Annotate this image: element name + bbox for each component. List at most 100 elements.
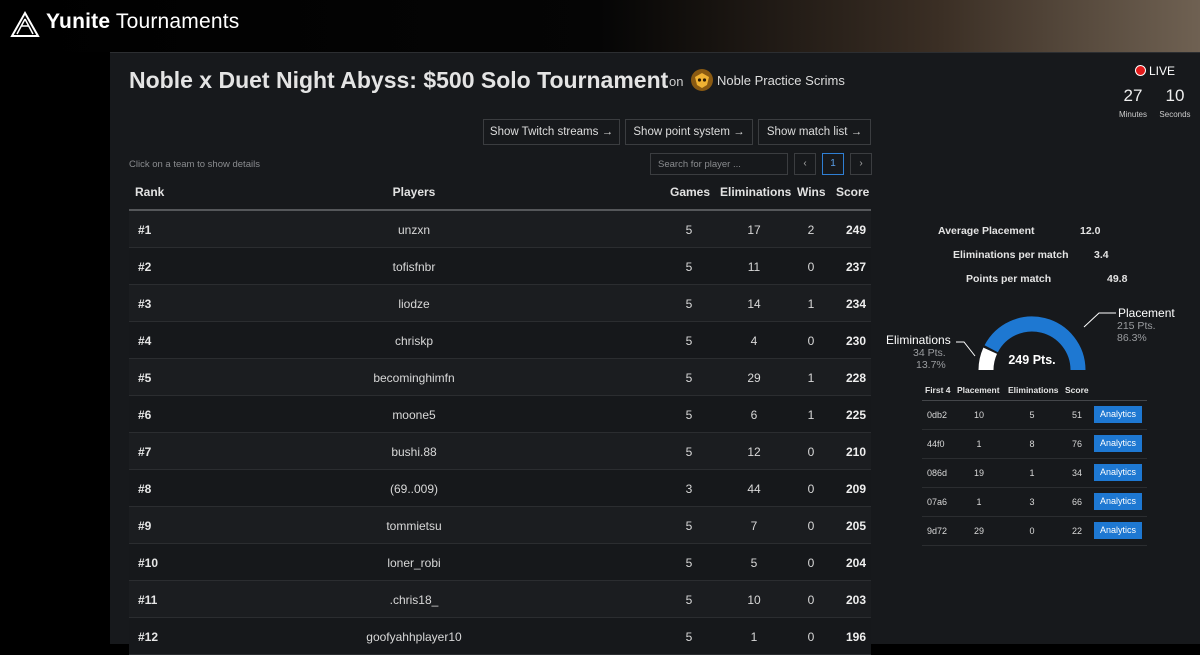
score-cell: 209 bbox=[845, 482, 866, 496]
games-cell: 5 bbox=[685, 556, 693, 570]
show-twitch-streams-button[interactable]: Show Twitch streams → bbox=[483, 119, 620, 145]
rank-cell: #5 bbox=[138, 371, 152, 385]
gauge-placement-label: Placement bbox=[1118, 306, 1175, 320]
match-placement-cell: 10 bbox=[973, 410, 984, 420]
twitch-button-label: Show Twitch streams bbox=[489, 126, 599, 138]
tournament-title: Noble x Duet Night Abyss: $500 Solo Tour… bbox=[129, 67, 669, 93]
header-games: Games bbox=[670, 185, 711, 199]
score-cell: 205 bbox=[845, 519, 866, 533]
rank-cell: #2 bbox=[138, 260, 152, 274]
header-wins: Wins bbox=[797, 185, 826, 199]
header-score: Score bbox=[836, 185, 870, 199]
eliminations-cell: 10 bbox=[747, 593, 761, 607]
player-search-input[interactable] bbox=[650, 153, 788, 175]
table-row[interactable]: #3 liodze 5 14 1 234 bbox=[129, 285, 871, 322]
ft-header-id: First 4 bbox=[925, 385, 951, 395]
games-cell: 5 bbox=[685, 445, 693, 459]
eliminations-cell: 14 bbox=[747, 297, 761, 311]
match-score-cell: 22 bbox=[1071, 526, 1082, 536]
gauge-elims-pointer bbox=[956, 341, 976, 357]
table-row[interactable]: #9 tommietsu 5 7 0 205 bbox=[129, 507, 871, 544]
analytics-button[interactable]: Analytics bbox=[1094, 464, 1142, 481]
match-placement-cell: 29 bbox=[973, 526, 984, 536]
eliminations-cell: 7 bbox=[750, 519, 758, 533]
analytics-button[interactable]: Analytics bbox=[1094, 435, 1142, 452]
show-match-list-button[interactable]: Show match list → bbox=[758, 119, 871, 145]
eliminations-cell: 4 bbox=[750, 334, 758, 348]
match-score-cell: 51 bbox=[1071, 410, 1082, 420]
table-row[interactable]: #5 becominghimfn 5 29 1 228 bbox=[129, 359, 871, 396]
rank-cell: #8 bbox=[138, 482, 152, 496]
organizer-link[interactable]: Noble Practice Scrims bbox=[717, 73, 845, 88]
gauge-placement-percent: 86.3% bbox=[1117, 332, 1147, 344]
yunite-logo-icon[interactable] bbox=[10, 10, 40, 40]
games-cell: 5 bbox=[685, 519, 693, 533]
games-cell: 5 bbox=[685, 334, 693, 348]
match-id-cell: 086d bbox=[927, 468, 948, 478]
analytics-button[interactable]: Analytics bbox=[1094, 522, 1142, 539]
table-row[interactable]: #11 .chris18_ 5 10 0 203 bbox=[129, 581, 871, 618]
points-per-match-label: Points per match bbox=[966, 273, 1052, 285]
show-point-system-button[interactable]: Show point system → bbox=[625, 119, 753, 145]
eliminations-cell: 6 bbox=[750, 408, 758, 422]
table-row[interactable]: #12 goofyahhplayer10 5 1 0 196 bbox=[129, 618, 871, 655]
first-four-table: First 4 Placement Eliminations Score 0db… bbox=[922, 380, 1147, 546]
player-name-cell: moone5 bbox=[392, 408, 436, 422]
table-row[interactable]: #8 (69..009) 3 44 0 209 bbox=[129, 470, 871, 507]
games-cell: 5 bbox=[685, 371, 693, 385]
player-name-cell: (69..009) bbox=[389, 482, 439, 496]
brand-bold: Yunite bbox=[46, 10, 111, 33]
player-name-cell: chriskp bbox=[394, 334, 433, 348]
player-name-cell: becominghimfn bbox=[373, 371, 455, 385]
match-id-cell: 44f0 bbox=[927, 439, 945, 449]
table-hint: Click on a team to show details bbox=[129, 159, 260, 170]
match-elims-cell: 8 bbox=[1029, 439, 1035, 449]
analytics-button[interactable]: Analytics bbox=[1094, 406, 1142, 423]
games-cell: 5 bbox=[685, 408, 693, 422]
rank-cell: #9 bbox=[138, 519, 152, 533]
wins-cell: 0 bbox=[807, 593, 815, 607]
table-row[interactable]: #4 chriskp 5 4 0 230 bbox=[129, 322, 871, 359]
wins-cell: 0 bbox=[807, 630, 815, 644]
match-placement-cell: 1 bbox=[976, 497, 982, 507]
player-name-cell: .chris18_ bbox=[389, 593, 439, 607]
pagination-next-button[interactable]: › bbox=[850, 153, 872, 175]
player-name-cell: liodze bbox=[398, 297, 430, 311]
wins-cell: 2 bbox=[807, 223, 815, 237]
table-row[interactable]: #6 moone5 5 6 1 225 bbox=[129, 396, 871, 433]
games-cell: 5 bbox=[685, 260, 693, 274]
table-row[interactable]: #7 bushi.88 5 12 0 210 bbox=[129, 433, 871, 470]
first-four-row: 07a6 1 3 66 Analytics bbox=[922, 488, 1147, 517]
match-elims-cell: 3 bbox=[1029, 497, 1035, 507]
brand-title[interactable]: Yunite Tournaments bbox=[46, 10, 239, 34]
table-row[interactable]: #2 tofisfnbr 5 11 0 237 bbox=[129, 248, 871, 285]
table-header: Rank Players Games Eliminations Wins Sco… bbox=[129, 173, 871, 211]
match-id-cell: 0db2 bbox=[927, 410, 948, 420]
ft-header-score: Score bbox=[1065, 385, 1089, 395]
table-row[interactable]: #10 loner_robi 5 5 0 204 bbox=[129, 544, 871, 581]
match-elims-cell: 0 bbox=[1029, 526, 1035, 536]
noble-org-logo-icon[interactable] bbox=[690, 68, 714, 92]
eliminations-cell: 12 bbox=[747, 445, 761, 459]
rank-cell: #7 bbox=[138, 445, 152, 459]
eliminations-cell: 11 bbox=[747, 260, 761, 274]
table-row[interactable]: #1 unzxn 5 17 2 249 bbox=[129, 211, 871, 248]
pagination-prev-button[interactable]: ‹ bbox=[794, 153, 816, 175]
avg-placement-label: Average Placement bbox=[938, 225, 1035, 237]
pagination-page-1[interactable]: 1 bbox=[822, 153, 844, 175]
wins-cell: 0 bbox=[807, 334, 815, 348]
score-cell: 230 bbox=[845, 334, 866, 348]
eliminations-cell: 5 bbox=[750, 556, 758, 570]
gauge-elims-label: Eliminations bbox=[886, 333, 951, 347]
analytics-button[interactable]: Analytics bbox=[1094, 493, 1142, 510]
timer-minutes: 27 bbox=[1123, 86, 1143, 105]
brand-rest: Tournaments bbox=[110, 10, 240, 33]
games-cell: 5 bbox=[685, 630, 693, 644]
rank-cell: #11 bbox=[138, 593, 158, 607]
gauge-elims-percent: 13.7% bbox=[916, 359, 946, 371]
arrow-right-icon: → bbox=[601, 126, 614, 138]
wins-cell: 1 bbox=[807, 371, 815, 385]
arrow-right-icon: → bbox=[733, 126, 745, 138]
match-placement-cell: 1 bbox=[976, 439, 982, 449]
live-indicator: LIVE bbox=[1135, 64, 1175, 78]
